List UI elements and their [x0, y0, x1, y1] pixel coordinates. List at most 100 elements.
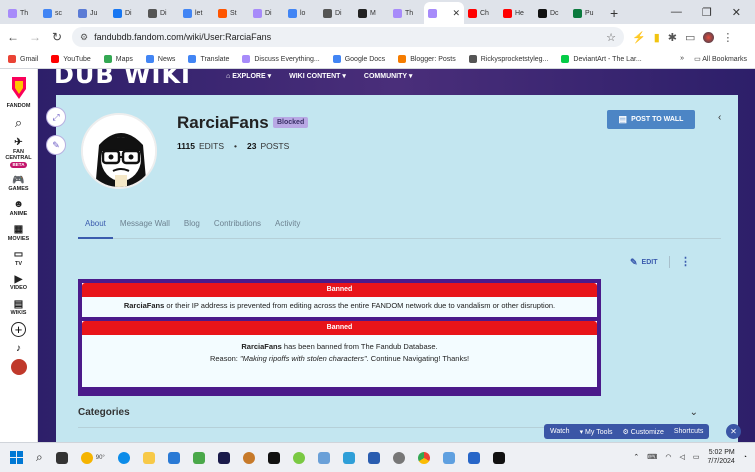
store-icon[interactable] [167, 451, 180, 464]
bell-icon[interactable]: ♪ [16, 343, 21, 354]
community-menu[interactable]: COMMUNITY ▾ [364, 72, 413, 80]
browser-tab[interactable]: Di [144, 2, 179, 24]
back-icon[interactable]: ← [6, 30, 20, 44]
tab-blog[interactable]: Blog [177, 219, 207, 239]
bookmark-star-icon[interactable]: ☆ [606, 31, 616, 44]
browser-tab[interactable]: Dc [534, 2, 569, 24]
speaker-icon[interactable]: ◁ [680, 453, 685, 461]
tab-activity[interactable]: Activity [268, 219, 307, 239]
bookmark-item[interactable]: Discuss Everything... [242, 55, 320, 63]
battery-icon[interactable]: ▭ [693, 453, 700, 461]
capcut-icon[interactable] [267, 451, 280, 464]
sidebar-item-wikis[interactable]: ▤ WIKIS [11, 299, 27, 317]
fandom-logo-icon[interactable] [9, 75, 29, 101]
browser-tab[interactable]: Ju [74, 2, 109, 24]
search-icon[interactable]: ⌕ [15, 115, 22, 131]
keyboard-icon[interactable]: ⌨ [647, 453, 657, 461]
app-icon[interactable] [467, 451, 480, 464]
my-tools-button[interactable]: ▾ My Tools [580, 428, 613, 436]
new-tab-icon[interactable]: + [604, 2, 624, 24]
browser-tab[interactable]: M [354, 2, 389, 24]
sidebar-panel-icon[interactable]: ▭ [685, 31, 695, 44]
extension-icon[interactable]: ▮ [654, 31, 660, 44]
extension-icon[interactable]: ⚡ [632, 31, 646, 44]
chevron-up-icon[interactable]: ⌃ [633, 453, 639, 461]
bookmark-item[interactable]: DeviantArt - The Lar... [561, 55, 642, 63]
bookmark-item[interactable]: YouTube [51, 55, 91, 63]
browser-tab[interactable]: Pu [569, 2, 604, 24]
tab-about[interactable]: About [78, 219, 113, 239]
customize-button[interactable]: ⚙ Customize [623, 428, 664, 436]
reload-icon[interactable]: ↻ [50, 30, 64, 44]
chrome-icon[interactable] [417, 451, 430, 464]
browser-tab[interactable]: Di [109, 2, 144, 24]
more-options-icon[interactable]: ⋮ [680, 255, 691, 268]
edge-icon[interactable] [117, 451, 130, 464]
app-icon[interactable] [442, 451, 455, 464]
windows-start-icon[interactable] [10, 451, 23, 464]
notifications-icon[interactable]: ◔ [743, 454, 747, 461]
app-icon[interactable] [367, 451, 380, 464]
browser-tab[interactable]: sc [39, 2, 74, 24]
browser-tab[interactable]: Th [4, 2, 39, 24]
shortcuts-button[interactable]: Shortcuts [674, 428, 704, 435]
clock[interactable]: 5:02 PM 7/7/2024 [708, 448, 735, 466]
minimize-icon[interactable]: — [671, 6, 682, 18]
bookmark-item[interactable]: Rickysprocketstyleg... [468, 55, 548, 63]
app-icon[interactable] [342, 451, 355, 464]
browser-tab[interactable]: let [179, 2, 214, 24]
watch-button[interactable]: Watch [550, 428, 570, 435]
browser-tab[interactable]: lo [284, 2, 319, 24]
tab-contributions[interactable]: Contributions [207, 219, 268, 239]
profile-avatar[interactable] [703, 31, 715, 43]
site-info-icon[interactable]: ⚙ [80, 32, 88, 43]
bookmark-item[interactable]: Maps [103, 55, 133, 63]
chevron-left-icon[interactable]: ‹ [718, 112, 721, 123]
close-window-icon[interactable]: ✕ [732, 6, 741, 19]
browser-tab[interactable]: Di [249, 2, 284, 24]
browser-tab[interactable]: St [214, 2, 249, 24]
extensions-puzzle-icon[interactable]: ✱ [668, 31, 677, 44]
sidebar-item-video[interactable]: ▶ VIDEO [10, 274, 27, 292]
browser-tab[interactable]: Ch [464, 2, 499, 24]
app-icon[interactable] [292, 451, 305, 464]
bookmark-item[interactable]: Translate [188, 55, 229, 63]
bookmark-item[interactable]: Gmail [8, 55, 38, 63]
categories-section[interactable]: Categories ⌄ [78, 407, 698, 418]
plus-circle-icon[interactable]: + [11, 322, 26, 338]
app-icon[interactable] [242, 451, 255, 464]
file-explorer-icon[interactable] [142, 451, 155, 464]
sidebar-item-movies[interactable]: ▦ MOVIES [8, 224, 29, 242]
sidebar-item-tv[interactable]: ▭ TV [14, 249, 23, 267]
browser-tab[interactable]: Th [389, 2, 424, 24]
forward-icon[interactable]: → [28, 30, 42, 44]
post-to-wall-button[interactable]: ▤ POST TO WALL [607, 110, 695, 129]
user-avatar[interactable] [10, 359, 27, 376]
all-bookmarks-link[interactable]: ▭ All Bookmarks [694, 55, 747, 63]
maximize-icon[interactable]: ❐ [702, 6, 712, 19]
chevron-down-icon[interactable]: ⌄ [690, 407, 698, 418]
search-icon[interactable]: ⌕ [36, 450, 43, 465]
url-bar[interactable]: ⚙ fandubdb.fandom.com/wiki/User:RarciaFa… [72, 27, 624, 47]
task-view-icon[interactable] [55, 451, 68, 464]
explore-menu[interactable]: ⌂ EXPLORE ▾ [226, 72, 271, 80]
sidebar-item-anime[interactable]: ☻ ANIME [10, 199, 28, 217]
close-tab-icon[interactable]: ✕ [452, 8, 460, 19]
close-toolbar-icon[interactable]: ✕ [726, 424, 741, 439]
bookmark-item[interactable]: Google Docs [332, 55, 385, 63]
edit-button[interactable]: ✎ EDIT [630, 257, 658, 268]
app-icon[interactable] [317, 451, 330, 464]
chevron-right-icon[interactable]: » [680, 55, 684, 63]
sidebar-item-games[interactable]: 🎮 GAMES [8, 175, 28, 193]
wifi-icon[interactable]: ◠ [665, 453, 671, 461]
bookmark-item[interactable]: Blogger: Posts [398, 55, 456, 63]
app-icon[interactable] [192, 451, 205, 464]
weather-icon[interactable] [80, 451, 93, 464]
browser-menu-icon[interactable]: ⋮ [722, 31, 733, 44]
capcut-icon[interactable] [492, 451, 505, 464]
tab-message-wall[interactable]: Message Wall [113, 219, 177, 239]
settings-icon[interactable] [392, 451, 405, 464]
browser-tab[interactable]: ✕ [424, 2, 464, 24]
animate-app-icon[interactable] [217, 451, 230, 464]
wiki-content-menu[interactable]: WIKI CONTENT ▾ [289, 72, 346, 80]
